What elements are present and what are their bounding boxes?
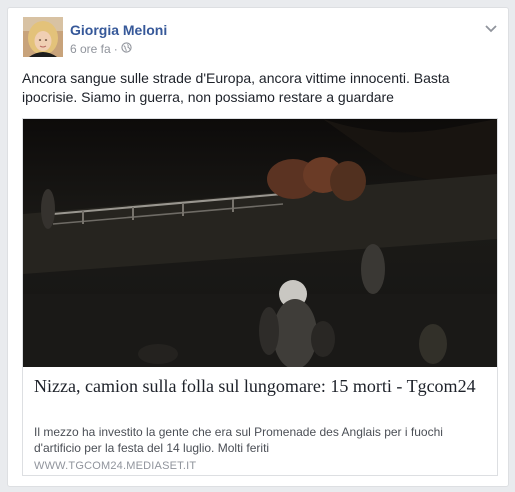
night-street-scene <box>23 119 497 367</box>
post-meta: 6 ore fa · <box>70 41 132 56</box>
author-name[interactable]: Giorgia Meloni <box>70 22 167 38</box>
globe-icon <box>121 42 132 56</box>
avatar-photo <box>23 17 63 57</box>
link-description: Il mezzo ha investito la gente che era s… <box>34 425 443 455</box>
chevron-down-icon[interactable] <box>484 21 498 33</box>
post-card: Giorgia Meloni 6 ore fa · Ancora sangue s… <box>7 7 509 487</box>
meta-separator: · <box>113 41 118 56</box>
link-preview[interactable]: Nizza, camion sulla folla sul lungomare:… <box>22 118 498 476</box>
link-title[interactable]: Nizza, camion sulla folla sul lungomare:… <box>34 375 484 398</box>
link-domain: WWW.TGCOM24.MEDIASET.IT <box>34 460 197 472</box>
post-time[interactable]: 6 ore fa <box>70 42 111 56</box>
avatar[interactable] <box>23 17 63 57</box>
post-text: Ancora sangue sulle strade d'Europa, anc… <box>22 70 450 105</box>
preview-image[interactable] <box>23 119 497 367</box>
